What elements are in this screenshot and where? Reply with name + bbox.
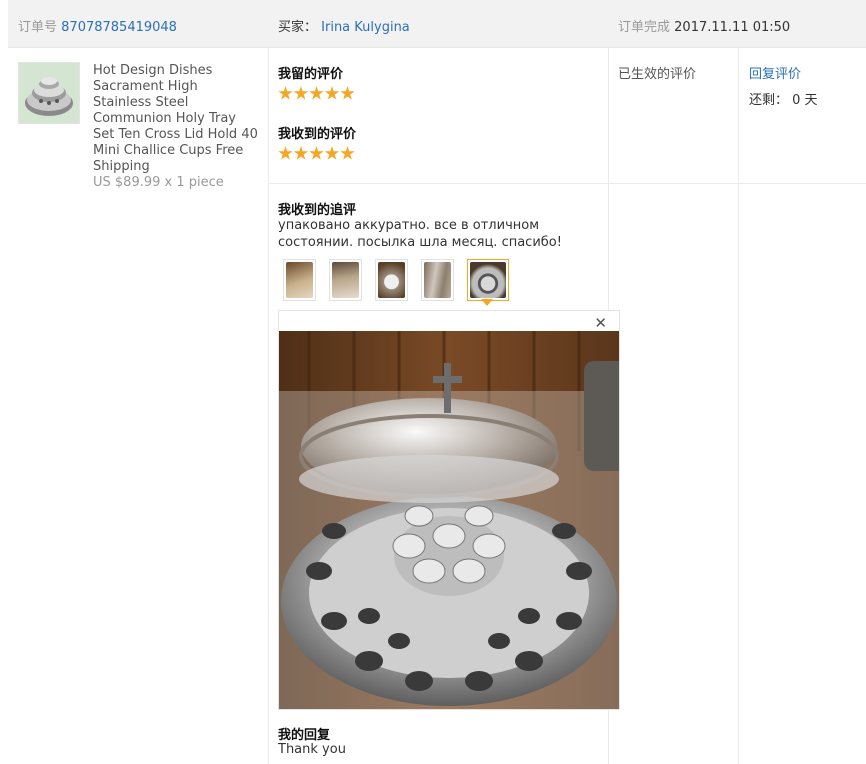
order-status-label: 订单完成 bbox=[618, 20, 671, 35]
followup-review-text: упаковано аккуратно. все в отличном сост… bbox=[278, 218, 562, 250]
review-photo-thumb-active[interactable] bbox=[467, 259, 509, 301]
received-review-label: 我收到的评价 bbox=[278, 127, 357, 142]
received-review-stars bbox=[278, 146, 356, 161]
star-icon bbox=[340, 86, 355, 100]
my-reply-text: Thank you bbox=[278, 742, 346, 757]
order-completed-time: 2017.11.11 01:50 bbox=[674, 20, 791, 35]
buyer-label: 买家： bbox=[278, 20, 318, 35]
product-price: US $89.99 x 1 piece bbox=[93, 175, 224, 190]
buyer-name-link[interactable]: Irina Kulygina bbox=[321, 20, 410, 35]
review-photo-thumb[interactable] bbox=[375, 259, 408, 301]
photo-preview-panel: ✕ bbox=[278, 310, 620, 710]
order-completed: 订单完成 2017.11.11 01:50 bbox=[618, 16, 790, 35]
star-icon bbox=[324, 146, 340, 160]
star-icon bbox=[340, 146, 355, 160]
review-photo-large bbox=[279, 331, 619, 709]
my-review-label: 我留的评价 bbox=[278, 67, 344, 82]
row-divider bbox=[268, 183, 866, 184]
review-photo-strip bbox=[283, 259, 522, 301]
effective-review-status: 已生效的评价 bbox=[618, 67, 697, 82]
column-divider bbox=[738, 48, 739, 764]
communion-tray-photo bbox=[279, 331, 619, 709]
remaining-value: 0 天 bbox=[792, 93, 818, 108]
review-photo-thumb[interactable] bbox=[283, 259, 316, 301]
star-icon bbox=[293, 146, 309, 160]
order-header: 订单号 87078785419048 买家： Irina Kulygina 订单… bbox=[8, 0, 866, 48]
remaining-time: 还剩： 0 天 bbox=[749, 89, 818, 108]
close-icon[interactable]: ✕ bbox=[594, 314, 607, 332]
star-icon bbox=[278, 146, 293, 160]
product-thumbnail[interactable] bbox=[18, 62, 80, 124]
star-icon bbox=[278, 86, 293, 100]
followup-review-label: 我收到的追评 bbox=[278, 203, 357, 218]
buyer-info: 买家： Irina Kulygina bbox=[278, 16, 410, 35]
review-photo-thumb[interactable] bbox=[421, 259, 454, 301]
order-number-link[interactable]: 87078785419048 bbox=[61, 20, 177, 35]
product-title[interactable]: Hot Design Dishes Sacrament High Stainle… bbox=[93, 63, 258, 175]
review-photo-thumb[interactable] bbox=[329, 259, 362, 301]
star-icon bbox=[309, 86, 324, 100]
reply-review-link[interactable]: 回复评价 bbox=[749, 63, 801, 82]
star-icon bbox=[324, 86, 340, 100]
star-icon bbox=[293, 86, 309, 100]
star-icon bbox=[309, 146, 324, 160]
active-photo-caret bbox=[481, 299, 493, 306]
column-divider bbox=[268, 48, 269, 764]
my-reply-label: 我的回复 bbox=[278, 728, 331, 743]
order-number: 订单号 87078785419048 bbox=[18, 16, 177, 35]
my-review-stars bbox=[278, 86, 356, 101]
communion-tray-thumbnail-icon bbox=[19, 63, 79, 123]
remaining-label: 还剩： bbox=[749, 93, 789, 108]
order-number-label: 订单号 bbox=[18, 20, 58, 35]
